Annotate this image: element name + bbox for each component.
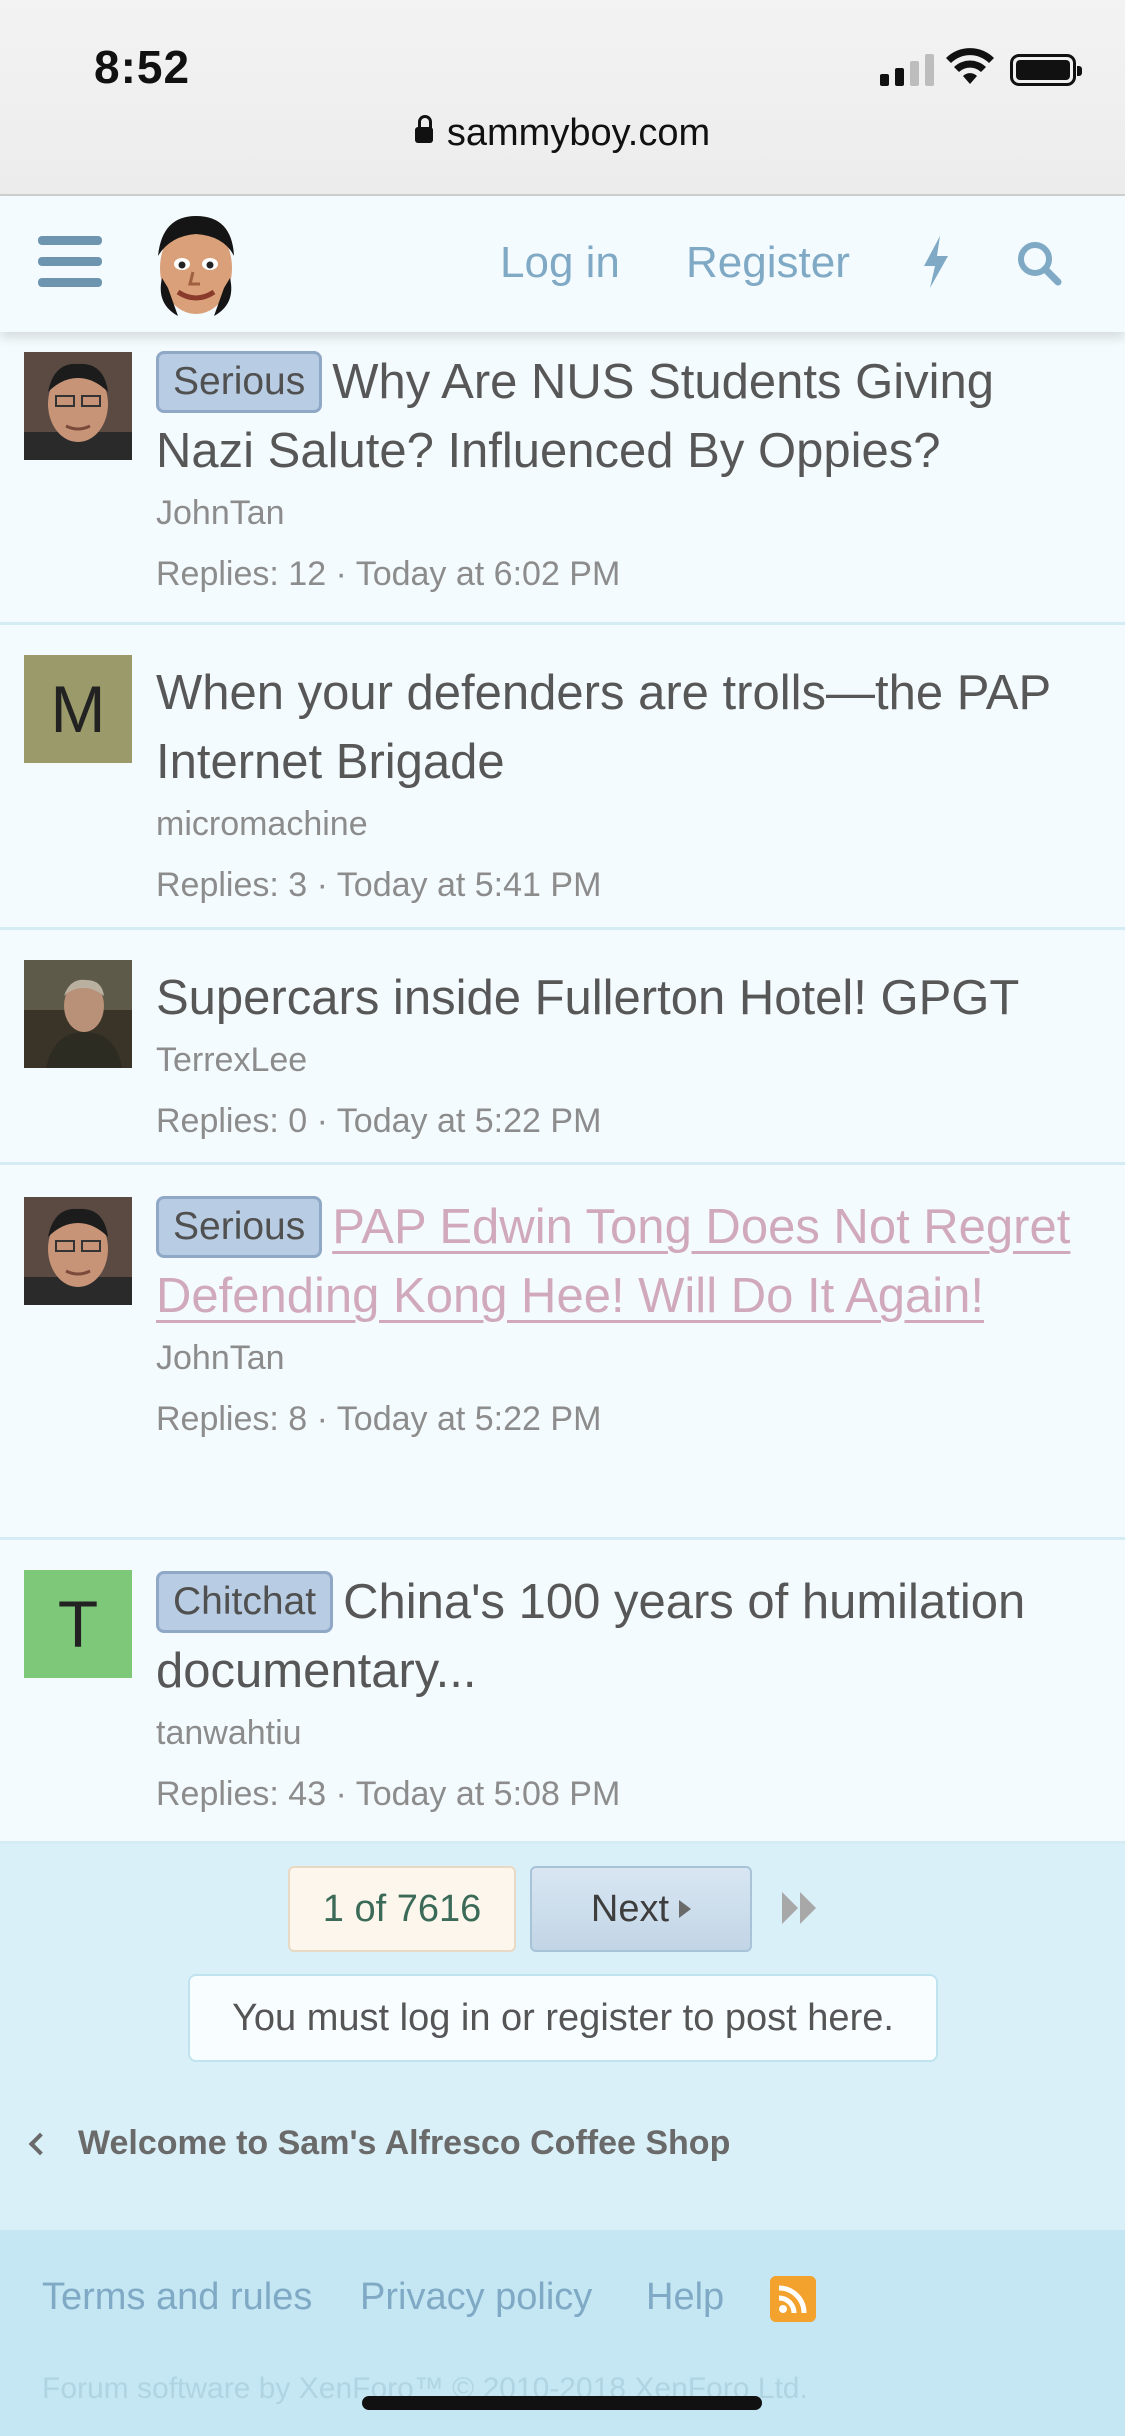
chevron-left-icon <box>28 2132 52 2155</box>
thread-title[interactable]: When your defenders are trolls—the PAP I… <box>156 659 1096 797</box>
thread-list-footer: 1 of 7616 Next You must log in or regist… <box>0 1844 1125 2230</box>
rss-icon[interactable] <box>770 2276 816 2322</box>
page: 8:52 sammyboy.com Log in Register Seriou… <box>0 0 1125 2436</box>
menu-icon[interactable] <box>38 236 102 288</box>
thread-meta: Replies: 8 · Today at 5:22 PM <box>156 1400 602 1438</box>
next-page-label: Next <box>590 1887 670 1930</box>
thread-prefix[interactable]: Chitchat <box>156 1571 334 1633</box>
battery-icon <box>1010 54 1082 86</box>
browser-chrome: 8:52 sammyboy.com <box>0 0 1125 196</box>
last-page-icon[interactable] <box>780 1890 820 1926</box>
thread-author[interactable]: JohnTan <box>156 494 1096 533</box>
terms-link[interactable]: Terms and rules <box>42 2276 312 2319</box>
thread-author[interactable]: TerrexLee <box>156 1041 1096 1080</box>
avatar[interactable] <box>24 1197 132 1305</box>
url-text: sammyboy.com <box>446 112 711 154</box>
help-link[interactable]: Help <box>646 2276 724 2319</box>
thread-content: Chitchat China's 100 years of humilation … <box>156 1568 1096 1814</box>
whats-new-bolt-icon[interactable] <box>920 236 952 288</box>
thread-author[interactable]: JohnTan <box>156 1339 1096 1378</box>
register-link[interactable]: Register <box>686 238 850 288</box>
thread-meta: Replies: 3 · Today at 5:41 PM <box>156 866 602 904</box>
thread-author[interactable]: tanwahtiu <box>156 1714 1096 1753</box>
thread-item[interactable]: Serious PAP Edwin Tong Does Not Regret De… <box>0 1165 1125 1540</box>
site-header: Log in Register <box>0 196 1125 332</box>
thread-author[interactable]: micromachine <box>156 805 1096 844</box>
status-time: 8:52 <box>94 41 191 93</box>
next-page-button[interactable]: Next <box>530 1866 752 1952</box>
address-bar[interactable]: sammyboy.com <box>0 112 1125 155</box>
lock-icon <box>414 115 433 143</box>
cellular-signal-icon <box>880 52 934 86</box>
wifi-icon <box>946 48 994 84</box>
thread-content: Supercars inside Fullerton Hotel! GPGT T… <box>156 964 1096 1141</box>
thread-content: Serious PAP Edwin Tong Does Not Regret De… <box>156 1193 1096 1439</box>
thread-meta: Replies: 0 · Today at 5:22 PM <box>156 1102 602 1140</box>
avatar[interactable]: T <box>24 1570 132 1678</box>
avatar[interactable] <box>24 960 132 1068</box>
thread-item[interactable]: T Chitchat China's 100 years of humilatio… <box>0 1540 1125 1844</box>
thread-content: When your defenders are trolls—the PAP I… <box>156 659 1096 905</box>
thread-prefix[interactable]: Serious <box>156 1196 323 1258</box>
thread-title[interactable]: Chitchat China's 100 years of humilation … <box>156 1568 1096 1706</box>
site-logo[interactable] <box>148 208 244 320</box>
thread-prefix[interactable]: Serious <box>156 351 323 413</box>
page-indicator[interactable]: 1 of 7616 <box>288 1866 516 1952</box>
login-link[interactable]: Log in <box>500 238 620 288</box>
thread-title[interactable]: Supercars inside Fullerton Hotel! GPGT <box>156 964 1096 1033</box>
caret-right-icon <box>679 1900 692 1918</box>
thread-title[interactable]: Serious Why Are NUS Students Giving Nazi … <box>156 348 1096 486</box>
thread-title[interactable]: Serious PAP Edwin Tong Does Not Regret De… <box>156 1193 1096 1331</box>
home-indicator[interactable] <box>362 2396 762 2410</box>
privacy-link[interactable]: Privacy policy <box>360 2276 592 2319</box>
breadcrumb-label[interactable]: Welcome to Sam's Alfresco Coffee Shop <box>78 2124 730 2163</box>
avatar[interactable]: M <box>24 655 132 763</box>
avatar[interactable] <box>24 352 132 460</box>
search-icon[interactable] <box>1016 240 1062 286</box>
thread-meta: Replies: 12 · Today at 6:02 PM <box>156 555 621 593</box>
thread-content: Serious Why Are NUS Students Giving Nazi … <box>156 348 1096 594</box>
thread-item[interactable]: M When your defenders are trolls—the PAP… <box>0 625 1125 930</box>
breadcrumb[interactable]: Welcome to Sam's Alfresco Coffee Shop <box>28 2124 730 2163</box>
thread-item[interactable]: Serious Why Are NUS Students Giving Nazi … <box>0 332 1125 625</box>
thread-item[interactable]: Supercars inside Fullerton Hotel! GPGT T… <box>0 930 1125 1165</box>
thread-meta: Replies: 43 · Today at 5:08 PM <box>156 1775 621 1813</box>
login-notice[interactable]: You must log in or register to post here… <box>188 1974 938 2062</box>
